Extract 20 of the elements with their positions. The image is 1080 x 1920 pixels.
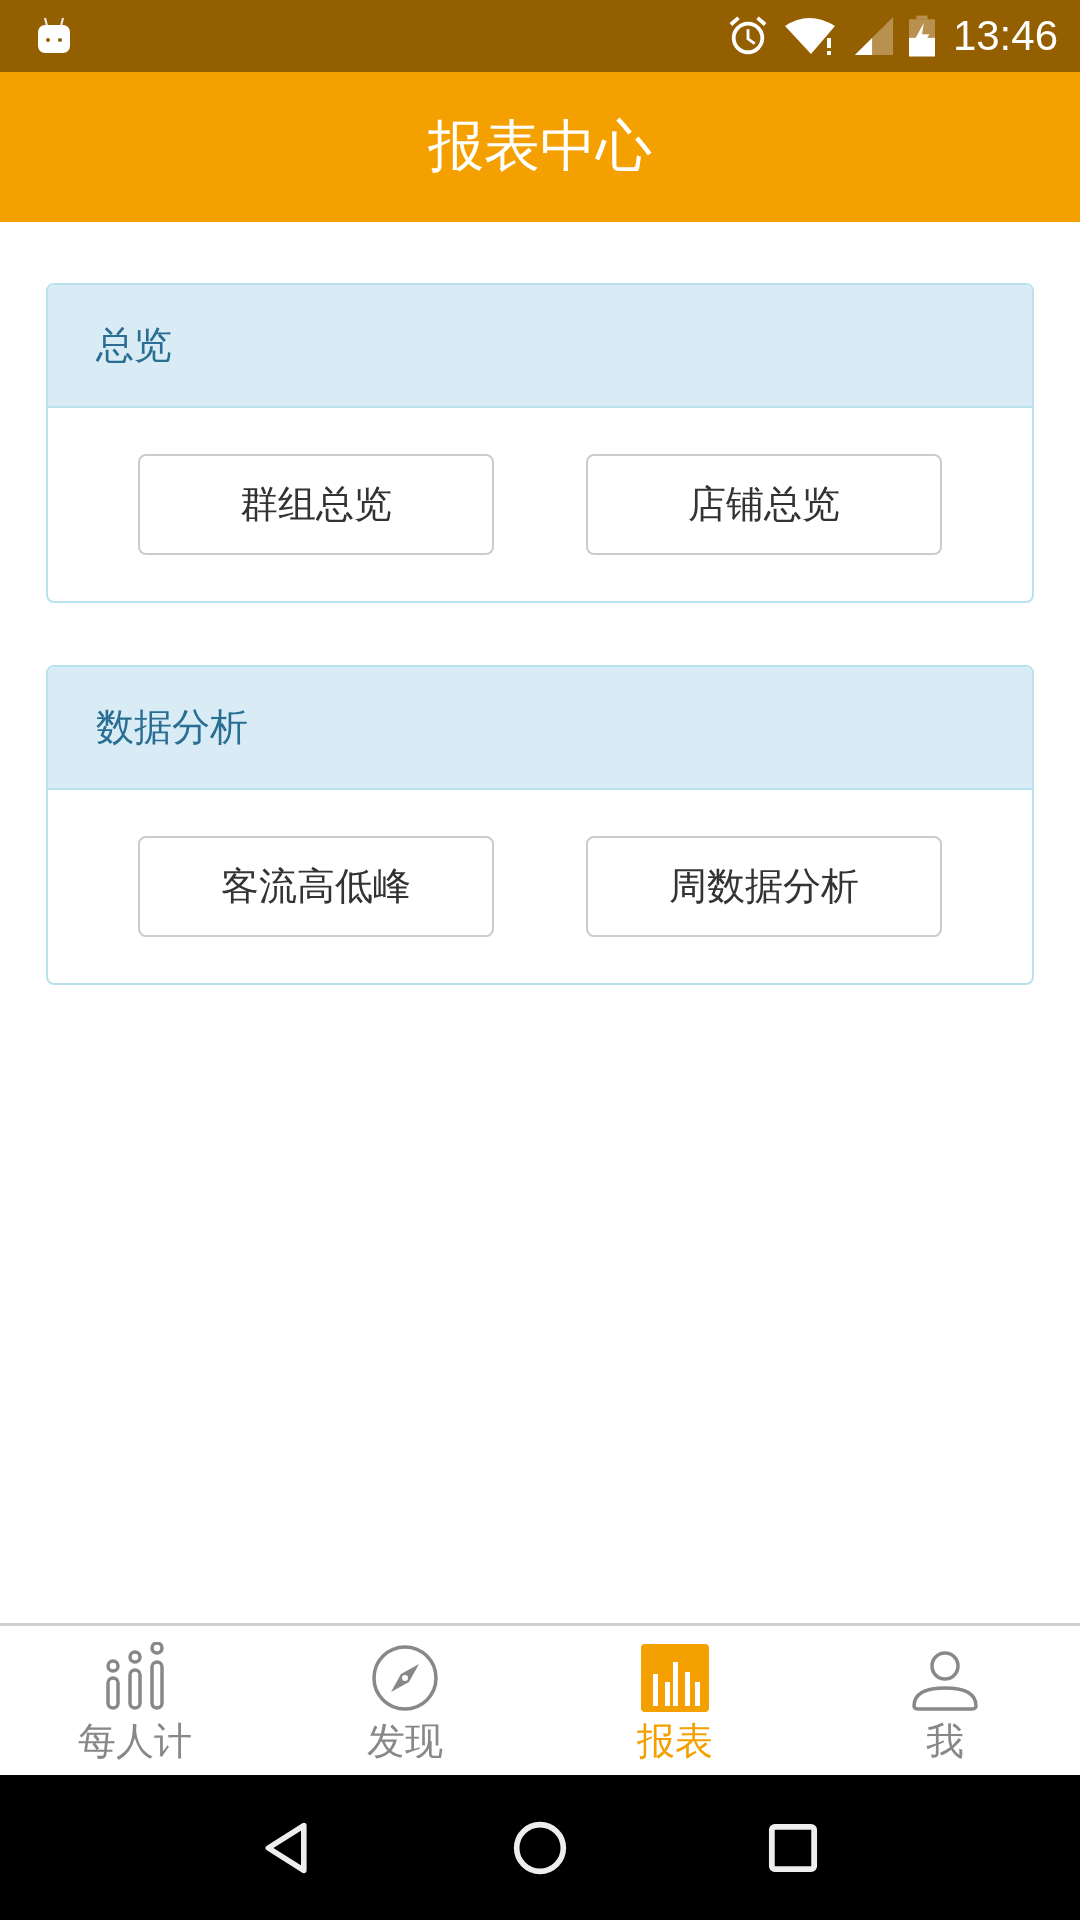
section-title: 总览 xyxy=(96,322,172,369)
signal-icon xyxy=(852,15,895,57)
compass-icon xyxy=(371,1644,439,1712)
people-counter-icon xyxy=(103,1642,167,1712)
robot-icon xyxy=(36,16,72,56)
report-button[interactable]: 客流高低峰 xyxy=(138,836,494,937)
home-icon[interactable] xyxy=(512,1819,568,1876)
battery-icon xyxy=(908,14,935,58)
section-title: 数据分析 xyxy=(96,704,248,751)
report-button[interactable]: 周数据分析 xyxy=(586,836,942,937)
nav-tab[interactable]: 发现 xyxy=(270,1626,540,1775)
clock-time: 13:46 xyxy=(952,12,1058,60)
report-button[interactable]: 群组总览 xyxy=(138,454,494,555)
nav-tab[interactable]: 每人计 xyxy=(0,1626,270,1775)
nav-tab[interactable]: 我 xyxy=(810,1626,1080,1775)
recents-icon[interactable] xyxy=(768,1822,818,1873)
page-title: 报表中心 xyxy=(428,112,652,180)
bar-chart-icon xyxy=(641,1644,709,1712)
report-button[interactable]: 店铺总览 xyxy=(586,454,942,555)
person-icon xyxy=(911,1650,979,1712)
